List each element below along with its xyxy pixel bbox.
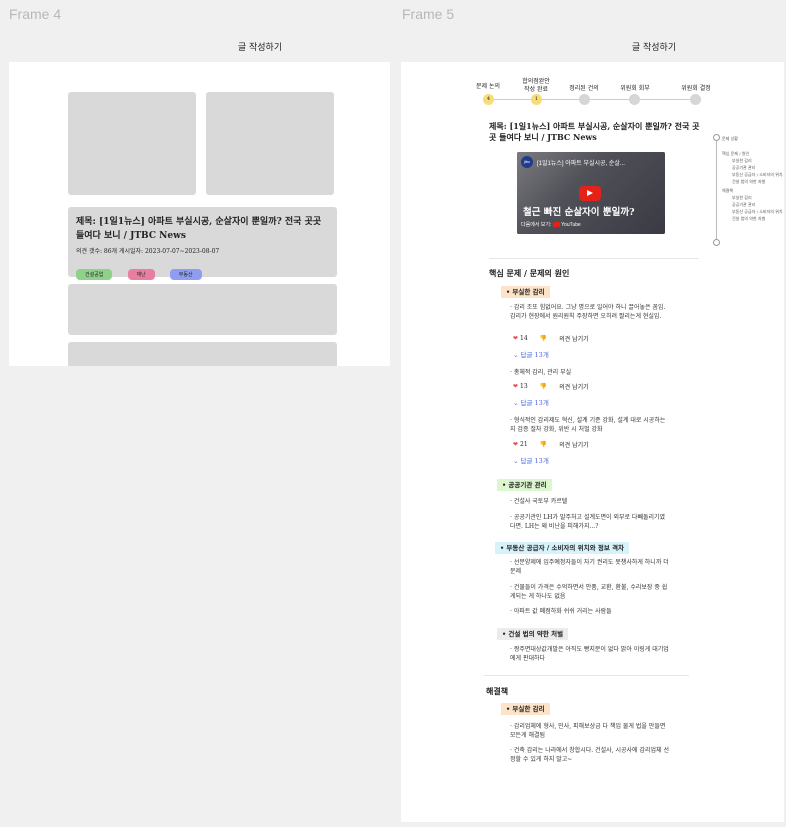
replies-toggle[interactable]: ⌄ 답글 13개 [513,455,549,465]
toc-top-dot [713,134,720,141]
video-caption: [1일1뉴스] 아파트 부실시공, 순살... [537,161,625,167]
leave-opinion-button[interactable]: 의견 남기기 [559,334,589,343]
thumbs-down-icon[interactable]: 👎 [540,335,547,342]
step-dot-1[interactable]: 4 [483,94,494,105]
channel-avatar: jtbc [521,156,533,168]
point: · 감리 조또 힘없어요. 그냥 명으로 일어야 하니 끌어놓은 꼼임. 감리가… [510,304,666,320]
post-card-title: 제목: [1일1뉴스] 아파트 부실시공, 순살자이 뿐일까? 전국 곳곳 들여… [76,217,322,241]
toc-item[interactable]: 부동산 공급자 / 소비자의 위치 [722,208,783,215]
toc-bottom-dot [713,239,720,246]
replies-toggle[interactable]: ⌄ 답글 13개 [513,349,549,359]
reaction-bar: ❤ 14 👎 의견 남기기 [513,334,589,343]
post-card-meta: 의견 갯수: 86개 게시일자: 2023-07-07~2023-08-07 [76,248,220,255]
point: · 짱주면대상값개발은 아직도 빵지분이 없다 밝아 이링게 대기업에게 판대하… [510,646,669,662]
toc-item[interactable]: 해결책 [722,187,783,194]
step-committee-referral[interactable]: 위원회 회부 [605,85,665,93]
toc: 문제 상황 핵심 문제 / 원인 부실한 감리 공공기관 관리 부동산 공급자 … [722,135,783,222]
topic-3: • 부동산 공급자 / 소비자의 위치와 정보 격차 [495,542,630,554]
leave-opinion-button[interactable]: 의견 남기기 [559,440,589,449]
thumbs-down-icon[interactable]: 👎 [540,441,547,448]
step-dot-5[interactable] [690,94,701,105]
topic-2: • 공공기관 관리 [497,479,552,491]
frame-4-heading: 글 작성하기 [237,43,283,53]
toc-item[interactable]: 부동산 공급자 / 소비자의 위치 [722,171,783,178]
topic-3-label: • 부동산 공급자 / 소비자의 위치와 정보 격차 [495,542,630,554]
step-dot-4[interactable] [629,94,640,105]
point: · 건축 감리는 나라에서 창합시다. 건설사, 시공사에 감리업체 선정할 수… [510,747,669,763]
heart-icon[interactable]: ❤ [513,441,518,448]
point: · 감리업체에 형사, 민사, 피해보상금 다 책임 물게 법을 만들면 모든게… [510,723,666,739]
frame-4-label: Frame 4 [9,6,62,22]
heart-icon[interactable]: ❤ [513,383,518,390]
tag-construction[interactable]: 건설공업 [76,269,113,280]
toc-item[interactable]: 공공기관 관리 [722,201,783,208]
toc-item[interactable]: 건설 법의 약한 처벌 [722,178,783,185]
placeholder-card[interactable] [206,92,334,195]
video-embed[interactable]: jtbc [1일1뉴스] 아파트 부실시공, 순살... 철근 빠진 순살자이 … [517,152,665,234]
play-icon[interactable] [579,186,601,201]
topic-1-label: • 부실한 감리 [501,286,550,298]
reaction-bar: ❤ 21 👎 의견 남기기 [513,440,589,449]
tag-disaster[interactable]: 재난 [127,269,155,280]
topic-4: • 건설 법의 약한 처벌 [497,628,569,640]
toc-item[interactable]: 핵심 문제 / 원인 [722,150,783,157]
youtube-icon [552,222,560,228]
placeholder-card[interactable] [68,342,337,366]
step-dot-2[interactable]: 1 [531,94,542,105]
frame-5-heading: 글 작성하기 [631,43,677,53]
tag-list: 건설공업 재난 부동산 [76,261,329,280]
divider [489,258,699,259]
topic-4-label: • 건설 법의 약한 처벌 [497,628,569,640]
post-card[interactable]: 제목: [1일1뉴스] 아파트 부실시공, 순살자이 뿐일까? 전국 곳곳 들여… [68,207,337,280]
step-dot-3[interactable] [579,94,590,105]
toc-item[interactable]: 공공기관 관리 [722,164,783,171]
toc-item[interactable]: 문제 상황 [722,135,783,142]
divider [484,675,689,676]
point: · 건설사 국토부 카르텔 [510,498,568,505]
point: · 형식적인 감리제도 혁신, 설계 기준 강화, 설계 대로 시공하는지 검증… [510,417,666,433]
tag-real-estate[interactable]: 부동산 [169,269,202,280]
post-title: 제목: [1일1뉴스] 아파트 부실시공, 순살자이 뿐일까? 전국 곳곳 들여… [489,121,700,142]
step-committee-decision[interactable]: 위원회 결정 [666,85,726,93]
reaction-bar: ❤ 13 👎 의견 남기기 [513,382,589,391]
frame-4: 제목: [1일1뉴스] 아파트 부실시공, 순살자이 뿐일까? 전국 곳곳 들여… [9,62,390,366]
topic-5-label: • 부실한 감리 [501,703,550,715]
placeholder-card[interactable] [68,284,337,335]
watch-on-youtube[interactable]: 다음에서 보기: YouTube [521,221,581,228]
leave-opinion-button[interactable]: 의견 남기기 [559,382,589,391]
topic-1: • 부실한 감리 [501,286,550,298]
toc-item[interactable]: 부실한 감리 [722,194,783,201]
like-count: 21 [520,441,528,448]
stepper-track [488,99,695,100]
toc-item[interactable]: 건설 법의 약한 처벌 [722,215,783,222]
like-count: 14 [520,335,528,342]
video-headline: 철근 빠진 순살자이 뿐일까? [523,207,635,218]
heart-icon[interactable]: ❤ [513,335,518,342]
topic-2-label: • 공공기관 관리 [497,479,552,491]
point: · 선분양제에 입주예정자들이 자기 권리도 못챙사하게 하니까 더문제 [510,559,669,575]
placeholder-card[interactable] [68,92,196,195]
topic-5: • 부실한 감리 [501,703,550,715]
thumbs-down-icon[interactable]: 👎 [540,383,547,390]
point: · 총체적 감리, 관리 부실 [510,369,572,376]
toc-item[interactable]: 부실한 감리 [722,157,783,164]
toc-line [716,137,717,242]
point: · 건물들이 가격은 수억하면서 안품, 교환, 환불, 수리보장 중 쉽게되는… [510,584,668,600]
frame-5-label: Frame 5 [402,6,455,22]
section-solution-heading: 해결책 [486,686,509,696]
replies-toggle[interactable]: ⌄ 답글 13개 [513,397,549,407]
point: · 공공기관인 LH가 발주처고 설계도면이 외부로 다빼돌리기였다면. LH는… [510,514,666,530]
like-count: 13 [520,383,528,390]
point: · 아파트 값 폐점하화 쉬쉬 거리는 사람들 [510,608,612,615]
section-core-heading: 핵심 문제 / 문제의 원인 [489,268,570,278]
